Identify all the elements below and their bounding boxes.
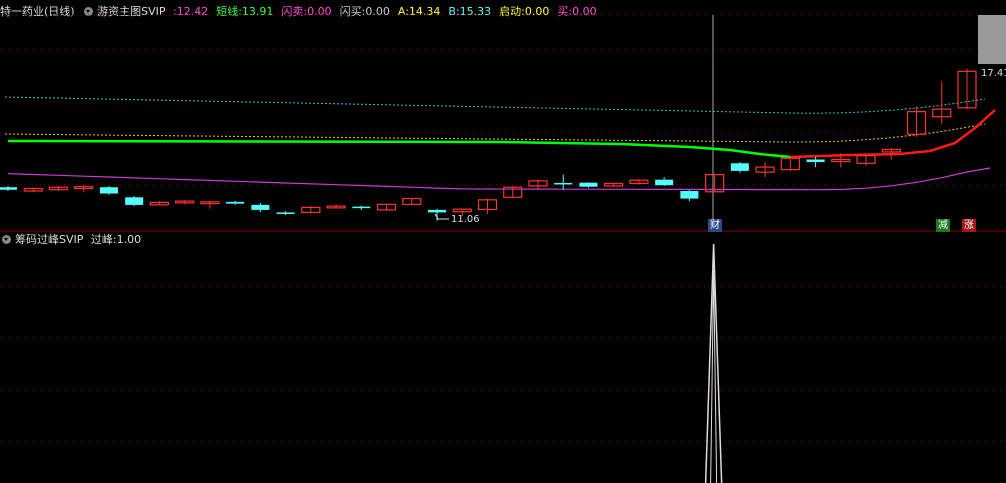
candle-body bbox=[730, 163, 749, 171]
candle-body bbox=[428, 209, 447, 213]
candle-body bbox=[276, 212, 295, 214]
candle-body bbox=[0, 187, 17, 190]
candle-body bbox=[99, 187, 118, 194]
candle-body bbox=[251, 204, 270, 210]
band-upper-line bbox=[4, 96, 986, 114]
short-line-green bbox=[7, 139, 791, 159]
candle-body bbox=[655, 179, 674, 186]
marker-cai[interactable]: 财 bbox=[708, 219, 722, 232]
candle-body bbox=[806, 159, 825, 163]
low-price-label: 11.06 bbox=[451, 214, 480, 225]
price-scale-block bbox=[978, 15, 1006, 64]
ma-line-magenta bbox=[7, 167, 991, 191]
candle-body bbox=[554, 182, 573, 185]
candle-body bbox=[226, 201, 245, 204]
candle-body bbox=[579, 182, 598, 187]
marker-jian[interactable]: 减 bbox=[936, 219, 950, 232]
price-chart[interactable] bbox=[0, 0, 1006, 483]
candle-body bbox=[125, 197, 144, 205]
candle-body bbox=[680, 191, 699, 199]
high-price-label: 17.41 bbox=[981, 68, 1006, 79]
marker-zhang[interactable]: 涨 bbox=[962, 219, 976, 232]
candle-body bbox=[352, 206, 371, 209]
